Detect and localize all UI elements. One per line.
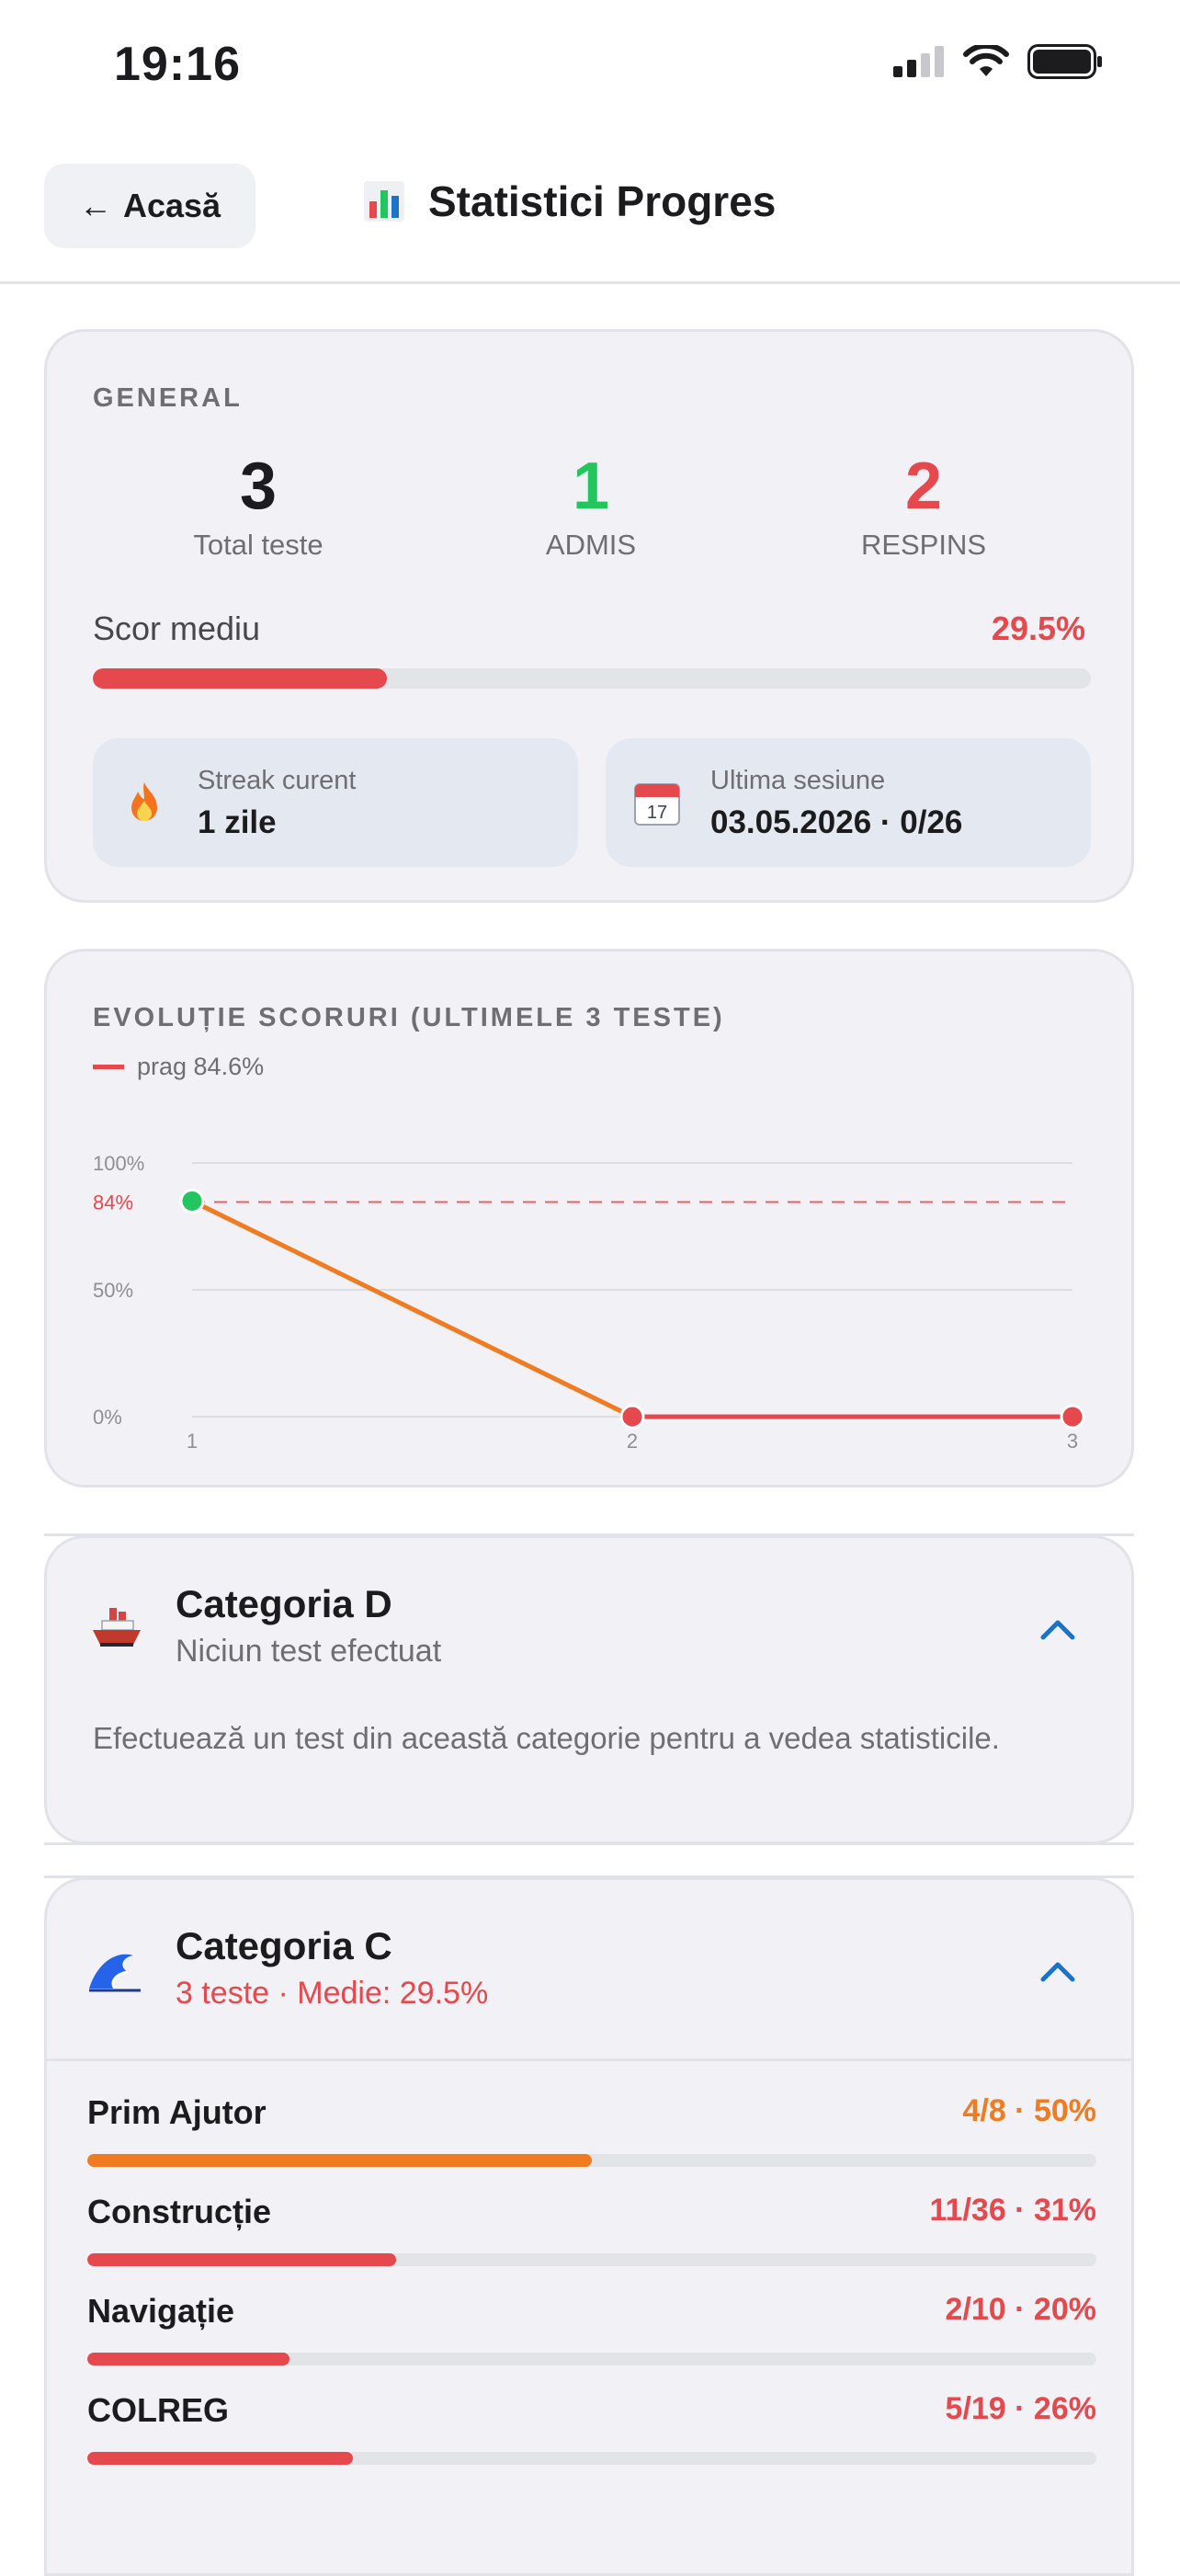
status-bar: 19:16 — [0, 0, 1180, 138]
chart-legend: prag 84.6% — [93, 1053, 264, 1081]
general-card: GENERAL 3 Total teste 1 ADMIS 2 RESPINS … — [44, 329, 1134, 903]
general-section-title: GENERAL — [93, 383, 243, 413]
subject-progress-bar — [87, 2253, 1096, 2266]
chart-x-tick-label: 3 — [1067, 1430, 1078, 1453]
ship-icon — [93, 1608, 141, 1647]
chart-point — [1060, 1404, 1085, 1430]
chart-y-tick-label: 100% — [93, 1152, 144, 1175]
back-button-label: Acasă — [122, 187, 221, 224]
subject-score: 11/36 · 31% — [929, 2193, 1096, 2228]
streak-card: Streak curent 1 zile — [93, 738, 578, 867]
chart-threshold-tick-label: 84% — [93, 1191, 133, 1214]
calendar-icon: 17 — [634, 783, 680, 826]
category-d-note: Efectuează un test din această categorie… — [93, 1721, 1000, 1755]
average-score-bar — [93, 668, 1091, 689]
status-icons — [893, 44, 1103, 79]
subject-progress-fill — [87, 2353, 289, 2365]
status-time: 19:16 — [114, 38, 241, 91]
respins-stat: 2 RESPINS — [758, 453, 1089, 562]
back-button[interactable]: ← Acasă — [44, 164, 255, 248]
subject-progress-fill — [87, 2452, 353, 2465]
category-c-subtitle: 3 teste · Medie: 29.5% — [176, 1976, 489, 2011]
average-score-value: 29.5% — [991, 610, 1085, 647]
subject-score: 5/19 · 26% — [945, 2391, 1096, 2426]
respins-value: 2 — [904, 450, 943, 523]
last-session-value: 03.05.2026 · 0/26 — [710, 804, 963, 840]
chart-title: EVOLUȚIE SCORURI (ULTIMELE 3 TESTE) — [93, 1003, 725, 1032]
legend-threshold-swatch — [93, 1065, 124, 1069]
category-d-card[interactable]: Categoria D Niciun test efectuat Efectue… — [44, 1535, 1134, 1844]
subject-score: 4/8 · 50% — [962, 2093, 1096, 2128]
category-d-heading: Categoria D Niciun test efectuat — [176, 1582, 441, 1670]
total-tests-value: 3 — [239, 450, 278, 523]
subject-name: COLREG — [87, 2391, 230, 2429]
category-c-header[interactable]: Categoria C 3 teste · Medie: 29.5% — [47, 1880, 1131, 2061]
average-score-label: Scor mediu — [93, 610, 261, 647]
category-c-heading: Categoria C 3 teste · Medie: 29.5% — [176, 1924, 488, 2012]
category-d-title: Categoria D — [176, 1582, 392, 1625]
back-arrow-icon: ← — [78, 187, 112, 224]
score-evolution-card: EVOLUȚIE SCORURI (ULTIMELE 3 TESTE) prag… — [44, 949, 1134, 1487]
subject-name: Construcție — [87, 2193, 272, 2230]
page-title: Statistici Progres — [364, 177, 776, 226]
category-c-card: Categoria C 3 teste · Medie: 29.5% Prim … — [44, 1877, 1134, 2576]
fire-icon — [131, 782, 157, 821]
cellular-signal-icon — [893, 46, 944, 77]
streak-value: 1 zile — [198, 804, 277, 840]
svg-text:17: 17 — [647, 803, 667, 823]
chart-x-tick-label: 2 — [627, 1430, 638, 1453]
subject-progress-fill — [87, 2253, 396, 2266]
chart-series-line — [189, 1198, 635, 1419]
category-d-bottom-divider — [44, 1842, 1134, 1845]
subject-progress-bar — [87, 2452, 1096, 2465]
chart-point — [619, 1404, 645, 1430]
respins-label: RESPINS — [860, 529, 987, 561]
chevron-up-icon[interactable] — [1039, 1617, 1076, 1641]
chart-y-tick-label: 0% — [93, 1406, 122, 1429]
last-session-card: 17 Ultima sesiune 03.05.2026 · 0/26 — [606, 738, 1091, 867]
nav-header: ← Acasă Statistici Progres — [0, 138, 1180, 284]
total-tests-stat: 3 Total teste — [93, 453, 424, 562]
chart-point — [179, 1188, 205, 1214]
subject-score: 2/10 · 20% — [945, 2292, 1096, 2327]
legend-threshold-label: prag 84.6% — [137, 1053, 265, 1080]
chart-x-tick-label: 1 — [187, 1430, 198, 1453]
page-title-text: Statistici Progres — [428, 177, 777, 225]
total-tests-label: Total teste — [193, 529, 323, 561]
last-session-label: Ultima sesiune — [710, 766, 886, 795]
subject-name: Navigație — [87, 2292, 235, 2330]
battery-icon — [1027, 44, 1102, 79]
subject-progress-fill — [87, 2154, 592, 2167]
subject-name: Prim Ajutor — [87, 2093, 267, 2131]
category-d-subtitle: Niciun test efectuat — [176, 1634, 442, 1669]
wifi-icon — [963, 45, 1009, 76]
streak-label: Streak curent — [198, 766, 357, 795]
bar-chart-icon — [364, 181, 404, 222]
chevron-up-icon[interactable] — [1039, 1959, 1076, 1983]
admis-label: ADMIS — [545, 529, 637, 561]
average-score-bar-fill — [93, 668, 388, 689]
admis-value: 1 — [572, 450, 610, 523]
score-evolution-chart: 100% 50% 0% 84% 1 2 3 — [93, 1152, 1085, 1453]
subject-progress-bar — [87, 2353, 1096, 2365]
wave-icon — [89, 1954, 141, 1992]
chart-y-tick-label: 50% — [93, 1279, 133, 1302]
admis-stat: 1 ADMIS — [425, 453, 756, 562]
subject-progress-bar — [87, 2154, 1096, 2167]
category-c-title: Categoria C — [176, 1924, 392, 1967]
